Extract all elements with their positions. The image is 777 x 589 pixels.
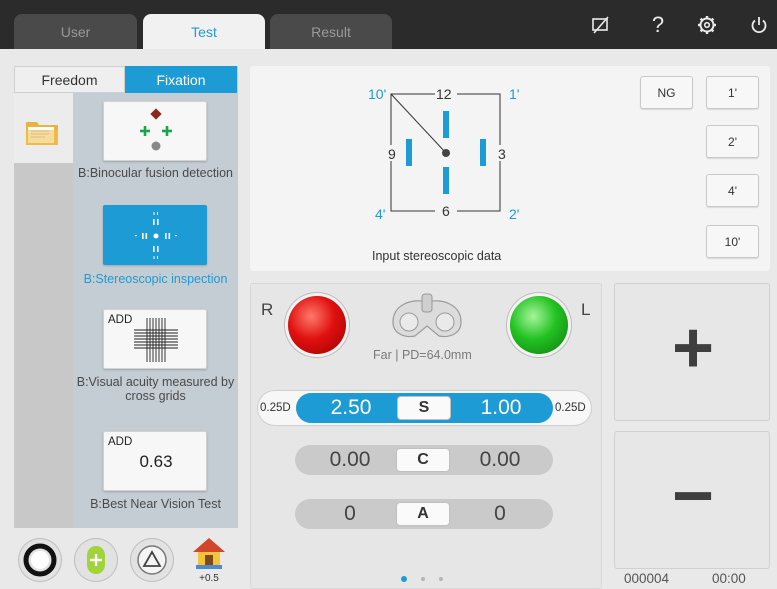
stereo-label-2: 2' bbox=[509, 206, 520, 222]
sphere-right-value[interactable]: 2.50 bbox=[306, 393, 396, 423]
tab-test-label: Test bbox=[191, 23, 217, 40]
cylinder-key[interactable]: C bbox=[396, 448, 450, 472]
stereo-label-1: 1' bbox=[509, 86, 520, 102]
stereo-label-10: 10' bbox=[368, 86, 387, 102]
mode-cross-grid[interactable]: ADD bbox=[103, 309, 207, 369]
fusion-target-icon bbox=[140, 108, 172, 151]
clock-label-6: 6 bbox=[442, 203, 450, 219]
mode-stereoscopic[interactable] bbox=[103, 205, 207, 265]
mode-binocular-fusion[interactable] bbox=[103, 101, 207, 161]
sphere-key[interactable]: S bbox=[397, 396, 451, 420]
decrease-button[interactable]: − bbox=[614, 431, 770, 569]
mode-list: B:Binocular fusion detection B:Stereosco… bbox=[73, 93, 238, 528]
tab-freedom[interactable]: Freedom bbox=[14, 66, 125, 93]
stereo-1-label: 1' bbox=[728, 85, 737, 100]
stereo-panel: 12 9 3 6 10' 1' 4' 2' Input stereoscopic… bbox=[250, 66, 770, 271]
right-eye-indicator[interactable] bbox=[288, 296, 346, 354]
axis-key-label: A bbox=[417, 505, 429, 522]
power-icon[interactable] bbox=[745, 12, 773, 38]
clock-label-9: 9 bbox=[388, 146, 396, 162]
mode-stereoscopic-label: B:Stereoscopic inspection bbox=[83, 272, 228, 286]
prism-button[interactable] bbox=[130, 538, 174, 582]
plus-icon: + bbox=[671, 308, 715, 388]
phoropter-icon bbox=[392, 293, 462, 338]
triangle-icon bbox=[137, 545, 167, 575]
tab-fixation[interactable]: Fixation bbox=[125, 66, 237, 93]
axis-key[interactable]: A bbox=[396, 502, 450, 526]
ring-button[interactable] bbox=[18, 538, 62, 582]
minus-icon: − bbox=[671, 456, 715, 536]
stereo-10-label: 10' bbox=[724, 234, 741, 249]
mode-panel: Freedom Fixation B:Binocular fusion dete… bbox=[14, 66, 238, 528]
add-badge: ADD bbox=[108, 436, 133, 448]
clock-label-3: 3 bbox=[498, 146, 506, 162]
house-icon bbox=[193, 538, 225, 569]
settings-icon[interactable] bbox=[693, 12, 721, 38]
sphere-key-label: S bbox=[418, 399, 430, 416]
cross-grid-icon bbox=[134, 318, 178, 362]
axis-row: 0 A 0 bbox=[295, 499, 553, 529]
mode-binocular-fusion-label: B:Binocular fusion detection bbox=[78, 166, 233, 180]
ng-button[interactable]: NG bbox=[640, 76, 693, 109]
sphere-step-right[interactable]: 0.25D bbox=[260, 402, 291, 414]
tab-result[interactable]: Result bbox=[270, 14, 392, 49]
stereo-target-icon bbox=[135, 212, 177, 259]
distance-info: Far | PD=64.0mm bbox=[373, 348, 472, 362]
tab-freedom-label: Freedom bbox=[41, 71, 98, 88]
stereo-caption: Input stereoscopic data bbox=[372, 249, 502, 263]
tab-fixation-label: Fixation bbox=[156, 71, 206, 88]
bottom-toolbar: +0.5 bbox=[14, 530, 238, 589]
house-add-button[interactable]: +0.5 bbox=[186, 533, 232, 587]
axis-left-value[interactable]: 0 bbox=[455, 499, 545, 529]
sphere-left-value[interactable]: 1.00 bbox=[456, 393, 546, 423]
folder-icon bbox=[26, 122, 58, 145]
mode-near-vision[interactable]: ADD 0.63 bbox=[103, 431, 207, 491]
cylinder-key-label: C bbox=[417, 451, 429, 468]
stereo-2-button[interactable]: 2' bbox=[706, 125, 759, 158]
axis-right-value[interactable]: 0 bbox=[305, 499, 395, 529]
stereo-label-4: 4' bbox=[375, 206, 386, 222]
tab-result-label: Result bbox=[311, 23, 351, 40]
stereo-2-label: 2' bbox=[728, 134, 737, 149]
near-vision-value: 0.63 bbox=[139, 452, 173, 471]
sphere-step-left[interactable]: 0.25D bbox=[555, 402, 586, 414]
page-indicator bbox=[401, 576, 451, 584]
sphere-bar: 2.50 S 1.00 bbox=[296, 393, 553, 423]
left-eye-label: L bbox=[581, 300, 591, 319]
stereo-diagram bbox=[385, 89, 507, 217]
ring-icon bbox=[23, 543, 57, 577]
no-screen-icon[interactable] bbox=[587, 12, 615, 38]
mode-cross-grid-label: B:Visual acuity measured by cross grids bbox=[76, 375, 235, 403]
lens-plus-icon bbox=[87, 546, 105, 574]
sphere-row: 0.25D 2.50 S 1.00 0.25D bbox=[257, 390, 592, 426]
stereo-1-button[interactable]: 1' bbox=[706, 76, 759, 109]
tab-user[interactable]: User bbox=[14, 14, 137, 49]
mode-near-vision-label: B:Best Near Vision Test bbox=[90, 497, 221, 511]
top-bar: User Test Result ? bbox=[0, 0, 777, 49]
cylinder-row: 0.00 C 0.00 bbox=[295, 445, 553, 475]
page-dot[interactable] bbox=[439, 577, 443, 581]
folder-button[interactable] bbox=[14, 93, 73, 163]
left-eye-indicator[interactable] bbox=[510, 296, 568, 354]
lens-add-button[interactable] bbox=[74, 538, 118, 582]
cylinder-right-value[interactable]: 0.00 bbox=[305, 445, 395, 475]
help-glyph: ? bbox=[651, 12, 665, 37]
stereo-10-button[interactable]: 10' bbox=[706, 225, 759, 258]
right-eye-label: R bbox=[261, 300, 274, 319]
timer: 00:00 bbox=[712, 571, 746, 586]
stereo-4-button[interactable]: 4' bbox=[706, 174, 759, 207]
help-icon[interactable]: ? bbox=[644, 12, 672, 38]
tab-user-label: User bbox=[60, 23, 91, 40]
measure-panel: R Far | PD=64.0mm L 0.25D 2.50 S 1.00 0.… bbox=[250, 283, 602, 589]
increase-button[interactable]: + bbox=[614, 283, 770, 421]
page-dot-active[interactable] bbox=[401, 576, 407, 582]
cylinder-left-value[interactable]: 0.00 bbox=[455, 445, 545, 475]
clock-label-12: 12 bbox=[436, 86, 452, 102]
page-dot[interactable] bbox=[421, 577, 425, 581]
record-counter: 000004 bbox=[624, 571, 670, 586]
ng-button-label: NG bbox=[657, 85, 676, 100]
stereo-4-label: 4' bbox=[728, 183, 737, 198]
house-add-label: +0.5 bbox=[199, 573, 219, 584]
tab-test[interactable]: Test bbox=[143, 14, 265, 49]
